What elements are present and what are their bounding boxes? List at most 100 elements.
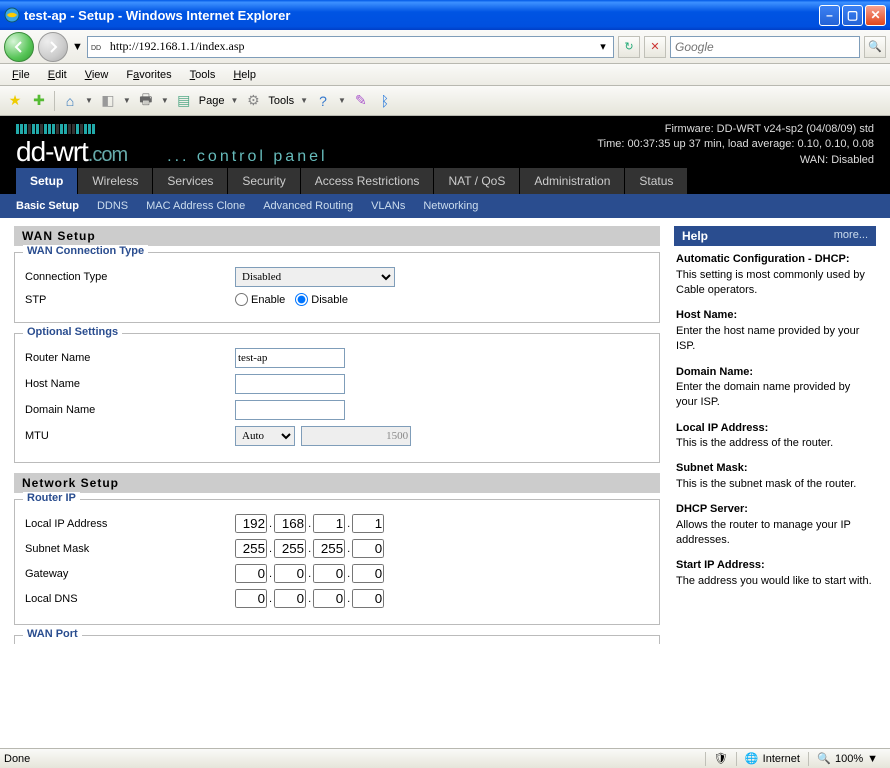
home-icon[interactable]: ⌂: [61, 92, 79, 110]
favorites-star-icon[interactable]: ★: [6, 92, 24, 110]
dns-oct4[interactable]: [352, 589, 384, 608]
add-favorites-icon[interactable]: ✚: [30, 92, 48, 110]
security-icon: 🛡: [714, 752, 728, 766]
tab-access-restrictions[interactable]: Access Restrictions: [301, 168, 435, 194]
menu-file[interactable]: File: [4, 67, 38, 83]
zoom-icon[interactable]: 🔍: [817, 752, 831, 766]
mtu-mode-select[interactable]: Auto: [235, 426, 295, 446]
tab-wireless[interactable]: Wireless: [78, 168, 153, 194]
help-item-title: Domain Name:: [676, 365, 874, 380]
wan-setup-header: WAN Setup: [14, 226, 660, 246]
tools-gear-icon[interactable]: ⚙: [244, 92, 262, 110]
domain-name-input[interactable]: [235, 400, 345, 420]
subnet-oct4[interactable]: [352, 539, 384, 558]
tab-services[interactable]: Services: [153, 168, 228, 194]
stop-button[interactable]: ✕: [644, 36, 666, 58]
svg-text:DD: DD: [91, 45, 101, 52]
subtab-vlans[interactable]: VLANs: [371, 200, 405, 212]
zoom-level[interactable]: 100%: [835, 753, 863, 765]
local-ip-oct3[interactable]: [313, 514, 345, 533]
local-dns-label: Local DNS: [25, 593, 235, 605]
local-ip-label: Local IP Address: [25, 518, 235, 530]
subtab-basic-setup[interactable]: Basic Setup: [16, 200, 79, 212]
minimize-button[interactable]: –: [819, 5, 840, 26]
stp-enable-radio[interactable]: [235, 293, 248, 306]
tab-status[interactable]: Status: [625, 168, 688, 194]
help-item-desc: This is the address of the router.: [676, 436, 874, 451]
subnet-oct1[interactable]: [235, 539, 267, 558]
research-icon[interactable]: ✎: [352, 92, 370, 110]
mtu-value-input: [301, 426, 411, 446]
search-input[interactable]: [675, 40, 855, 54]
router-name-input[interactable]: [235, 348, 345, 368]
url-input[interactable]: [110, 39, 595, 54]
help-more-link[interactable]: more...: [834, 229, 868, 243]
help-item-desc: Enter the host name provided by your ISP…: [676, 324, 874, 355]
host-name-label: Host Name: [25, 378, 235, 390]
help-body: Automatic Configuration - DHCP:This sett…: [674, 246, 876, 599]
tab-nat-qos[interactable]: NAT / QoS: [434, 168, 520, 194]
router-header: dd-wrt.com ... control panel Firmware: D…: [0, 116, 890, 168]
help-item-title: Start IP Address:: [676, 558, 874, 573]
menu-tools[interactable]: Tools: [182, 67, 224, 83]
address-dropdown[interactable]: ▾: [595, 40, 611, 53]
subnet-oct2[interactable]: [274, 539, 306, 558]
subtab-ddns[interactable]: DDNS: [97, 200, 128, 212]
refresh-button[interactable]: ↻: [618, 36, 640, 58]
tab-security[interactable]: Security: [228, 168, 300, 194]
help-item-desc: This is the subnet mask of the router.: [676, 477, 874, 492]
subtab-mac-clone[interactable]: MAC Address Clone: [146, 200, 245, 212]
tools-menu[interactable]: Tools: [268, 95, 294, 107]
page-icon[interactable]: ▤: [175, 92, 193, 110]
dns-oct1[interactable]: [235, 589, 267, 608]
page-menu[interactable]: Page: [199, 95, 225, 107]
forward-button[interactable]: [38, 32, 68, 62]
local-ip-oct1[interactable]: [235, 514, 267, 533]
logo-bars: [16, 124, 328, 134]
feeds-icon[interactable]: ◧: [99, 92, 117, 110]
gateway-oct4[interactable]: [352, 564, 384, 583]
back-button[interactable]: [4, 32, 34, 62]
optional-settings-fieldset: Optional Settings Router Name Host Name …: [14, 333, 660, 463]
dns-oct3[interactable]: [313, 589, 345, 608]
host-name-input[interactable]: [235, 374, 345, 394]
nav-history-dropdown[interactable]: ▼: [72, 41, 83, 53]
menu-edit[interactable]: Edit: [40, 67, 75, 83]
logo-text: dd-wrt.com: [16, 136, 127, 168]
subtab-advanced-routing[interactable]: Advanced Routing: [263, 200, 353, 212]
gateway-oct1[interactable]: [235, 564, 267, 583]
address-bar[interactable]: DD ▾: [87, 36, 614, 58]
menu-favorites[interactable]: Favorites: [118, 67, 179, 83]
command-toolbar: ★ ✚ ⌂▼ ◧▼ 🖶▼ ▤ Page▼ ⚙ Tools▼ ?▼ ✎ ᛒ: [0, 86, 890, 116]
local-ip-oct4[interactable]: [352, 514, 384, 533]
maximize-button[interactable]: ▢: [842, 5, 863, 26]
help-item-title: Host Name:: [676, 308, 874, 323]
window-titlebar: test-ap - Setup - Windows Internet Explo…: [0, 0, 890, 30]
wan-connection-fieldset: WAN Connection Type Connection Type Disa…: [14, 252, 660, 323]
dns-oct2[interactable]: [274, 589, 306, 608]
subnet-oct3[interactable]: [313, 539, 345, 558]
stp-disable-radio[interactable]: [295, 293, 308, 306]
subtab-networking[interactable]: Networking: [423, 200, 478, 212]
close-button[interactable]: ✕: [865, 5, 886, 26]
help-panel: Help more... Automatic Configuration - D…: [670, 218, 890, 652]
local-ip-oct2[interactable]: [274, 514, 306, 533]
tab-setup[interactable]: Setup: [16, 168, 78, 194]
menu-view[interactable]: View: [77, 67, 117, 83]
connection-type-select[interactable]: Disabled: [235, 267, 395, 287]
print-icon[interactable]: 🖶: [137, 92, 155, 110]
gateway-oct3[interactable]: [313, 564, 345, 583]
zone-label: Internet: [763, 753, 800, 765]
help-header: Help more...: [674, 226, 876, 246]
sub-tabs: Basic Setup DDNS MAC Address Clone Advan…: [0, 194, 890, 218]
gateway-oct2[interactable]: [274, 564, 306, 583]
tab-administration[interactable]: Administration: [520, 168, 625, 194]
wan-port-fieldset: WAN Port: [14, 635, 660, 644]
search-box[interactable]: [670, 36, 860, 58]
search-button[interactable]: 🔍: [864, 36, 886, 58]
help-icon[interactable]: ?: [314, 92, 332, 110]
bluetooth-icon[interactable]: ᛒ: [376, 92, 394, 110]
menu-help[interactable]: Help: [225, 67, 264, 83]
router-name-label: Router Name: [25, 352, 235, 364]
help-item-title: Subnet Mask:: [676, 461, 874, 476]
